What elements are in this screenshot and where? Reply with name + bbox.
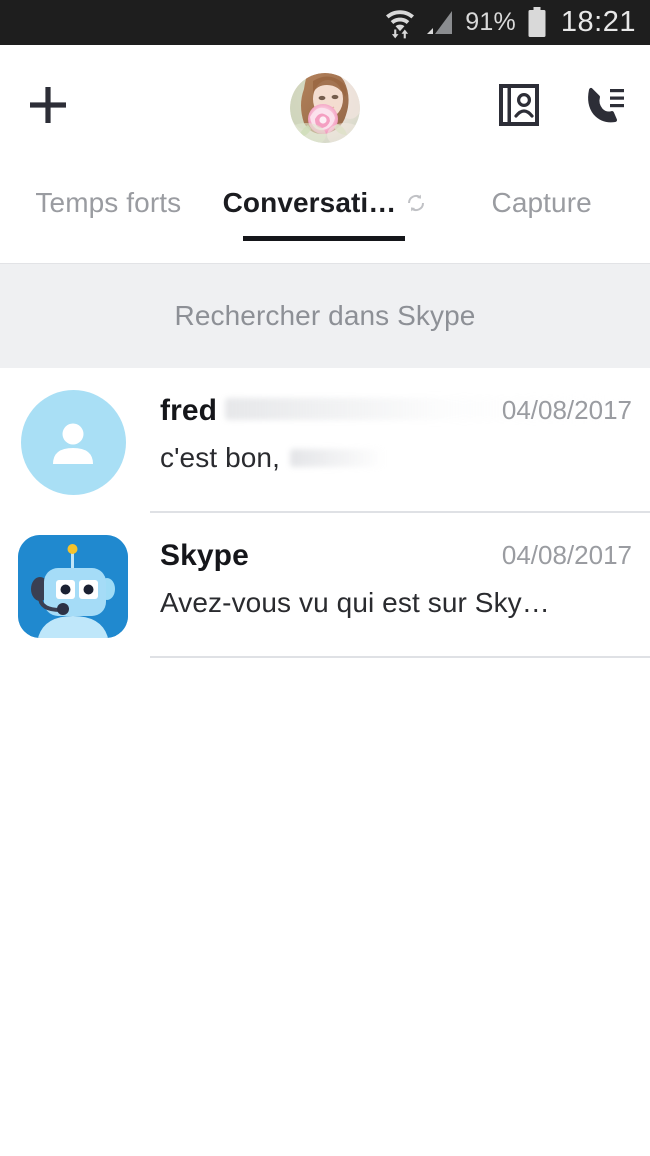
app-header-bar <box>0 45 650 170</box>
cellular-signal-icon <box>426 9 454 37</box>
sync-refresh-icon <box>405 192 427 214</box>
search-input[interactable]: Rechercher dans Skype <box>0 263 650 368</box>
battery-icon <box>527 7 547 38</box>
conversation-date: 04/08/2017 <box>501 540 632 570</box>
contacts-button[interactable] <box>496 83 542 132</box>
phone-call-list-icon <box>584 83 626 132</box>
profile-avatar-button[interactable] <box>290 72 360 143</box>
call-history-button[interactable] <box>582 85 628 131</box>
conversation-title-row: fred 04/08/2017 <box>160 394 632 428</box>
list-item[interactable]: fred 04/08/2017 c'est bon, <box>0 368 650 513</box>
conversation-message-preview: c'est bon, <box>160 442 280 473</box>
conversation-avatar <box>18 535 128 638</box>
app-header-actions <box>496 83 628 132</box>
conversation-title-row: Skype 04/08/2017 <box>160 539 632 573</box>
redacted-message-blur <box>289 449 385 467</box>
conversation-list: fred 04/08/2017 c'est bon, Skype 04/08/2… <box>0 368 650 1138</box>
tab-capture[interactable]: Capture <box>433 170 650 236</box>
user-profile-photo-avatar <box>290 72 360 143</box>
empty-list-area <box>0 658 650 1138</box>
wifi-with-transfer-arrows-icon <box>385 7 415 39</box>
conversation-details: Skype 04/08/2017 Avez-vous vu qui est su… <box>128 535 632 619</box>
tab-label: Temps forts <box>35 187 182 218</box>
battery-percent-label: 91% <box>465 8 516 36</box>
status-bar-clock: 18:21 <box>560 6 636 38</box>
skype-bot-avatar <box>18 535 128 638</box>
conversation-name: Skype <box>160 539 249 572</box>
conversation-details: fred 04/08/2017 c'est bon, <box>128 390 632 474</box>
add-new-conversation-button[interactable] <box>20 80 76 136</box>
active-tab-indicator <box>243 236 405 241</box>
tab-temps-forts[interactable]: Temps forts <box>0 170 217 236</box>
plus-icon <box>26 83 70 132</box>
list-divider <box>150 656 650 658</box>
conversation-avatar <box>18 390 128 495</box>
conversation-message-preview: Avez-vous vu qui est sur Sky… <box>160 587 550 618</box>
conversation-preview-row: c'est bon, <box>160 442 632 474</box>
tab-label: Capture <box>491 187 592 218</box>
tab-conversations[interactable]: Conversati… <box>217 170 434 236</box>
address-book-contacts-icon <box>498 83 540 132</box>
tab-label: Conversati… <box>222 187 397 218</box>
skype-mobile-app: 91% 18:21 Temps forts Conversati… Captur… <box>0 0 650 1156</box>
android-status-bar: 91% 18:21 <box>0 0 650 45</box>
list-item[interactable]: Skype 04/08/2017 Avez-vous vu qui est su… <box>0 513 650 658</box>
default-person-avatar <box>20 390 126 495</box>
conversation-preview-row: Avez-vous vu qui est sur Sky… <box>160 587 632 619</box>
search-placeholder-label: Rechercher dans Skype <box>174 300 476 331</box>
conversation-name: fred <box>160 394 218 427</box>
tab-bar: Temps forts Conversati… Capture <box>0 170 650 263</box>
conversation-date: 04/08/2017 <box>501 395 632 425</box>
